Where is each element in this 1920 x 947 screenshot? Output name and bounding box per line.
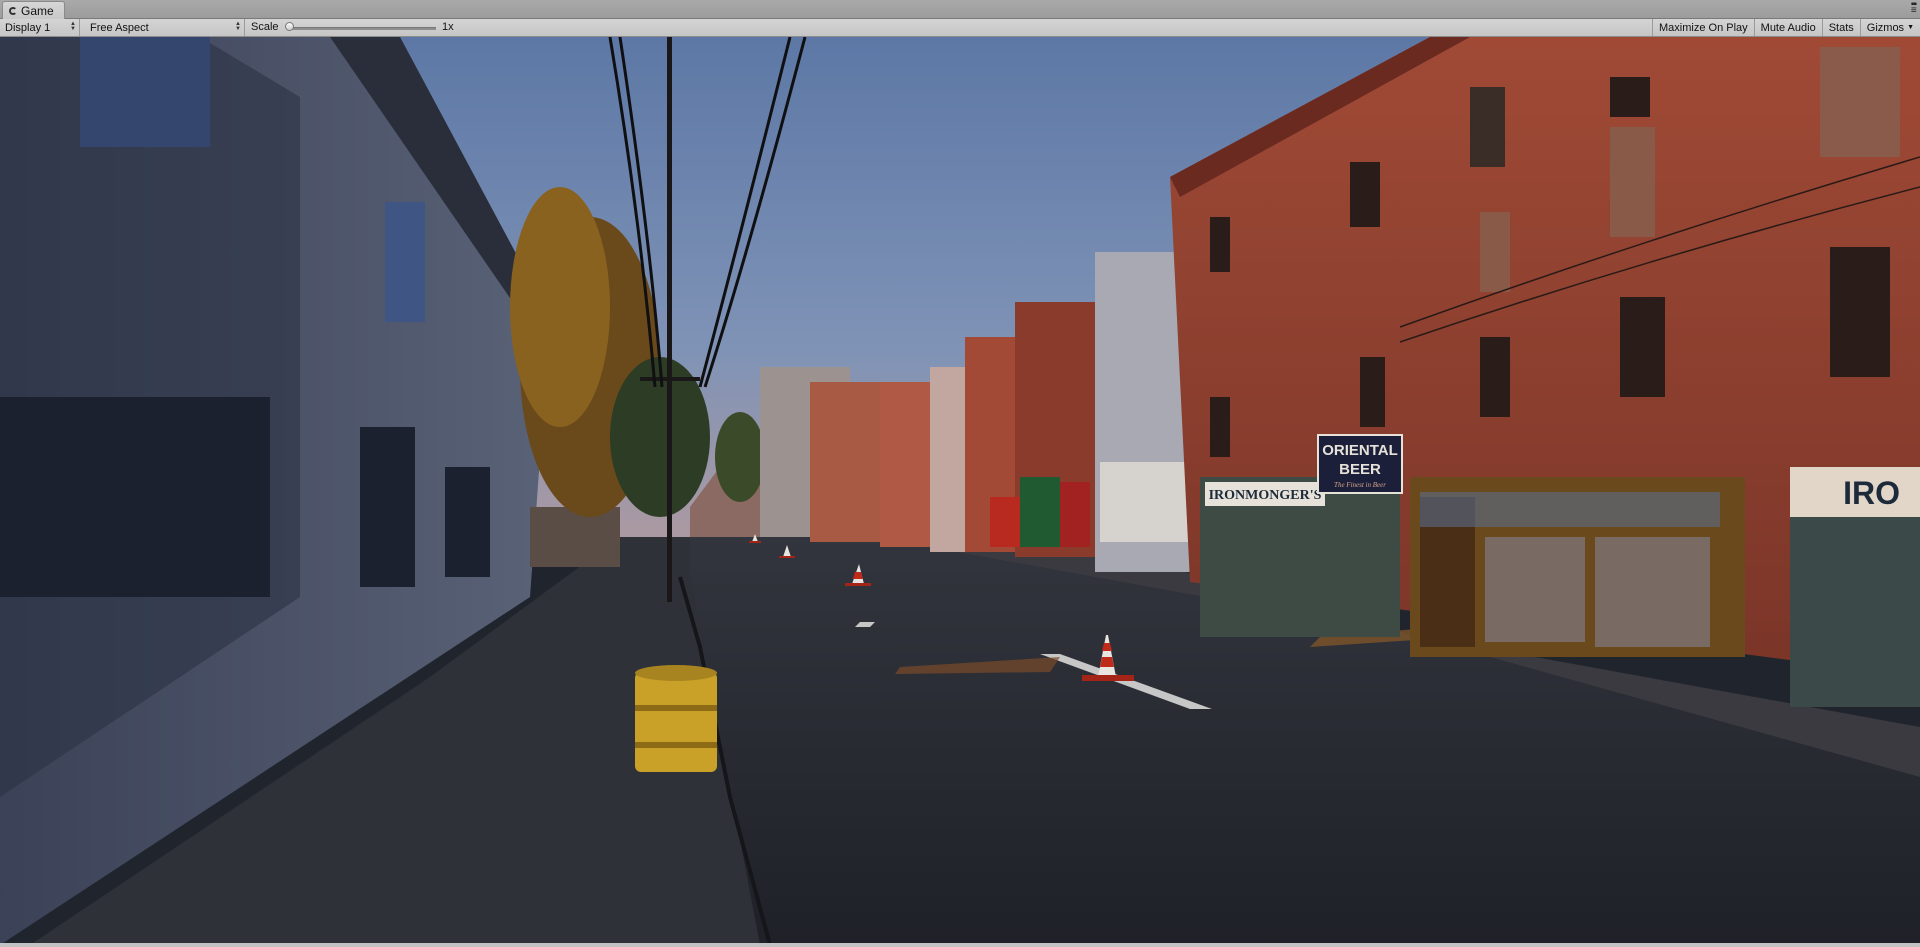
stats-toggle[interactable]: Stats <box>1821 19 1860 36</box>
scale-value: 1x <box>442 21 454 33</box>
boarded-window <box>1480 212 1510 292</box>
toolbar-right-group: Maximize On Play Mute Audio Stats Gizmos… <box>1652 19 1920 36</box>
window <box>1360 357 1385 427</box>
tree-autumn <box>510 187 610 427</box>
ironmonger-sign: IRONMONGER'S <box>1209 488 1322 503</box>
window <box>1210 217 1230 272</box>
left-window <box>445 467 490 577</box>
oriental-sign-tagline: The Finest in Beer <box>1334 481 1386 489</box>
tab-title: Game <box>21 3 54 18</box>
scale-label: Scale <box>251 21 279 33</box>
left-upper-window <box>385 202 425 322</box>
yellow-barrel <box>635 672 717 772</box>
dropdown-arrows-icon: ▲ ▼ <box>235 21 241 32</box>
oriental-sign-line2: BEER <box>1339 461 1381 478</box>
game-toolbar: Display 1 ▲ ▼ Free Aspect ▲ ▼ Scale 1x Max… <box>0 19 1920 37</box>
dropdown-arrows-icon: ▲ ▼ <box>70 21 76 32</box>
gizmos-dropdown[interactable]: Gizmos ▼ <box>1859 19 1920 36</box>
green-storefront <box>1020 477 1060 547</box>
game-window: Game ▪▪ ≡ Display 1 ▲ ▼ Free Aspect ▲ ▼ Sca… <box>0 0 1920 947</box>
window <box>1210 397 1230 457</box>
tab-game[interactable]: Game <box>2 1 65 19</box>
game-viewport[interactable]: IRONMONGER'S ORIENTAL BEER The Finest in… <box>0 37 1920 945</box>
fence <box>530 507 620 567</box>
chevron-down-icon: ▼ <box>1907 24 1914 31</box>
distant-building <box>810 382 890 542</box>
display-dropdown[interactable]: Display 1 ▲ ▼ <box>0 19 80 36</box>
mute-audio-toggle[interactable]: Mute Audio <box>1753 19 1822 36</box>
gizmos-label: Gizmos <box>1866 21 1905 34</box>
red-storefront <box>1060 482 1090 547</box>
rendered-street-scene: IRONMONGER'S ORIENTAL BEER The Finest in… <box>0 37 1920 945</box>
game-controller-icon <box>9 6 17 15</box>
window <box>1610 77 1650 117</box>
far-right-sign: IRO <box>1843 475 1900 511</box>
window <box>1830 247 1890 377</box>
barrel-band <box>635 705 717 711</box>
barrel-top <box>635 665 717 681</box>
tab-context-menu-icon[interactable]: ▪▪ ≡ <box>1911 0 1917 16</box>
left-window-grate <box>0 397 270 597</box>
transom-windows <box>1420 492 1720 527</box>
boarded-panel <box>1595 537 1710 647</box>
barrel-band <box>635 742 717 748</box>
maximize-on-play-toggle[interactable]: Maximize On Play <box>1652 19 1754 36</box>
window <box>1620 297 1665 397</box>
boarded-window <box>1610 127 1655 237</box>
left-window <box>360 427 415 587</box>
tree-green <box>715 412 765 502</box>
utility-pole <box>667 37 672 602</box>
boarded-window <box>1820 47 1900 157</box>
distant-building <box>930 367 970 552</box>
boarded-panel <box>1485 537 1585 642</box>
pole-crossbar <box>640 377 700 381</box>
display-dropdown-value: Display 1 <box>5 21 51 34</box>
window <box>1470 87 1505 167</box>
scale-slider-thumb[interactable] <box>285 22 294 31</box>
window <box>1480 337 1510 417</box>
scale-slider-track[interactable] <box>288 27 436 30</box>
aspect-dropdown-value: Free Aspect <box>90 21 149 34</box>
distant-building <box>880 382 935 547</box>
left-upper-window <box>80 37 210 147</box>
aspect-dropdown[interactable]: Free Aspect ▲ ▼ <box>85 19 245 36</box>
shutter <box>1100 462 1190 542</box>
red-storefront <box>990 497 1020 547</box>
tab-bar: Game ▪▪ ≡ <box>0 0 1920 19</box>
viewport-bottom-border <box>0 943 1920 945</box>
window <box>1350 162 1380 227</box>
oriental-sign-line1: ORIENTAL <box>1322 442 1398 459</box>
